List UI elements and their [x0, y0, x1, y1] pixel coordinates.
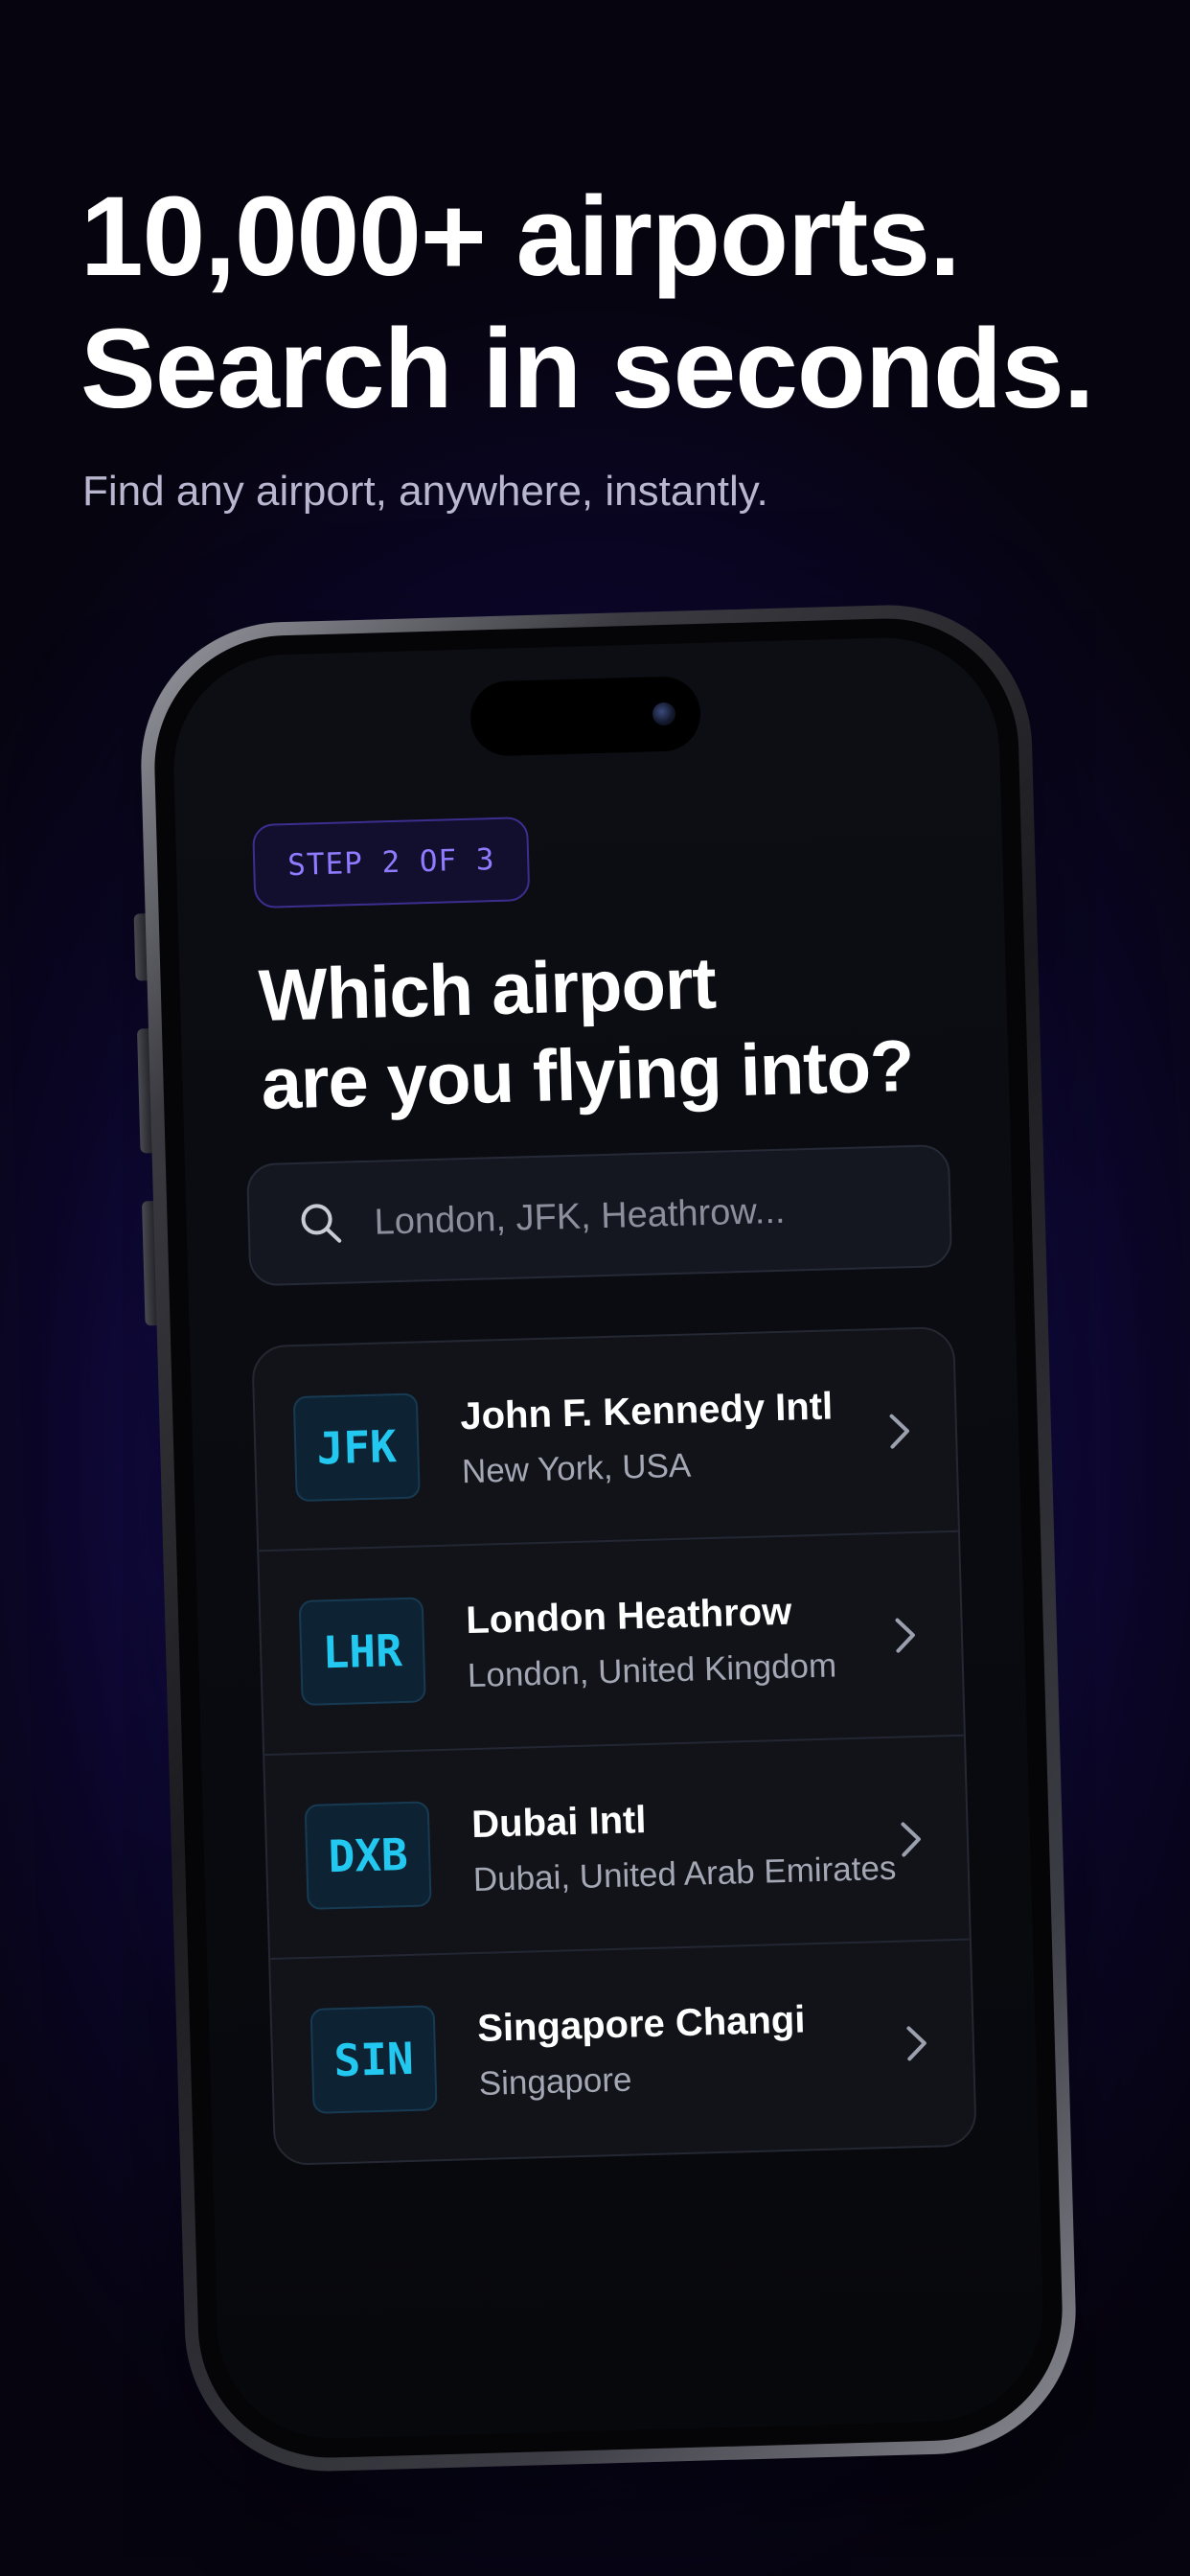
- search-icon: [301, 1204, 342, 1243]
- chevron-right-icon: [906, 2026, 927, 2061]
- chevron-right-icon: [895, 1618, 915, 1653]
- airport-row-sin[interactable]: SIN Singapore Changi Singapore: [270, 1941, 975, 2164]
- airport-list: JFK John F. Kennedy Intl New York, USA L…: [251, 1325, 977, 2166]
- question-title: Which airport are you flying into?: [258, 934, 915, 1129]
- airport-name: John F. Kennedy Intl: [459, 1385, 834, 1438]
- airport-code-badge: DXB: [304, 1801, 432, 1910]
- airport-code-badge: SIN: [309, 2005, 438, 2114]
- airport-location: London, United Kingdom: [467, 1646, 837, 1695]
- airport-location: Dubai, United Arab Emirates: [472, 1849, 897, 1899]
- phone-frame: STEP 2 OF 3 Which airport are you flying…: [137, 601, 1080, 2475]
- airport-name: Dubai Intl: [470, 1799, 648, 1847]
- airport-row-lhr[interactable]: LHR London Heathrow London, United Kingd…: [259, 1531, 964, 1757]
- airport-row-dxb[interactable]: DXB Dubai Intl Dubai, United Arab Emirat…: [264, 1736, 970, 1961]
- question-line-2: are you flying into?: [260, 1024, 915, 1125]
- airport-location: Singapore: [478, 2060, 632, 2103]
- airport-row-jfk[interactable]: JFK John F. Kennedy Intl New York, USA: [253, 1327, 958, 1552]
- headline-line-1: 10,000+ airports.: [80, 173, 961, 300]
- chevron-right-icon: [889, 1414, 910, 1449]
- front-camera-icon: [652, 702, 676, 726]
- headline-line-2: Search in seconds.: [80, 306, 1095, 432]
- promo-headline: 10,000+ airports. Search in seconds.: [80, 171, 1095, 435]
- search-bar[interactable]: [245, 1143, 953, 1287]
- airport-code-badge: LHR: [298, 1597, 426, 1707]
- step-badge: STEP 2 OF 3: [252, 816, 531, 909]
- airport-code-badge: JFK: [292, 1392, 421, 1503]
- airport-name: Singapore Changi: [476, 1998, 806, 2051]
- airport-name: London Heathrow: [465, 1590, 792, 1643]
- phone-mockup: STEP 2 OF 3 Which airport are you flying…: [133, 601, 1080, 2475]
- chevron-right-icon: [901, 1822, 921, 1857]
- dynamic-island: [469, 675, 702, 757]
- promo-subtitle: Find any airport, anywhere, instantly.: [82, 468, 768, 515]
- search-input[interactable]: [370, 1147, 915, 1283]
- airport-location: New York, USA: [461, 1446, 692, 1491]
- phone-screen: STEP 2 OF 3 Which airport are you flying…: [171, 634, 1046, 2442]
